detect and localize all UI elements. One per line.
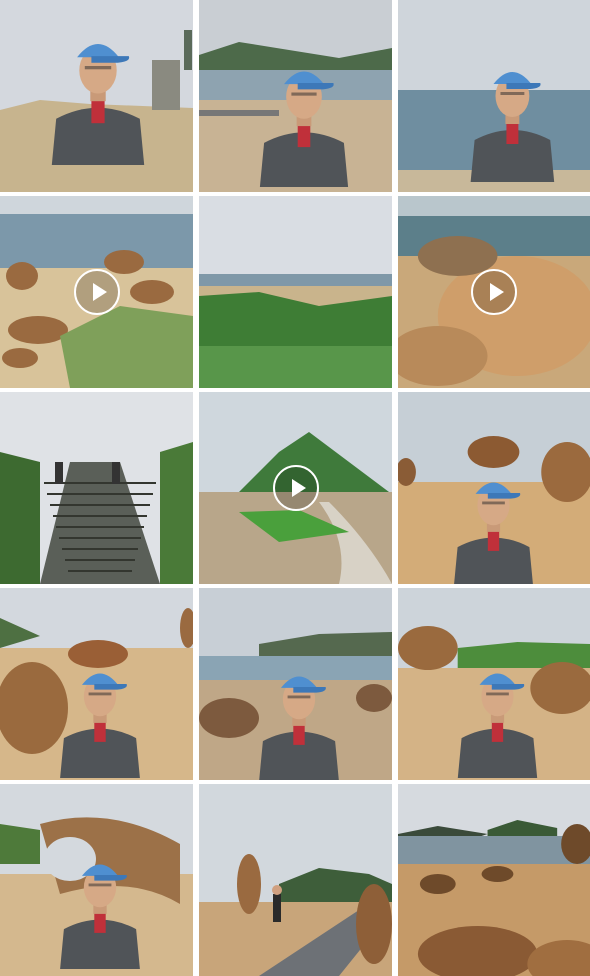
thumbnail-image bbox=[398, 392, 590, 584]
thumbnail-image bbox=[199, 196, 392, 388]
video-thumbnail[interactable] bbox=[199, 392, 392, 584]
photo-thumbnail[interactable] bbox=[398, 392, 590, 584]
thumbnail-image bbox=[199, 588, 392, 780]
play-circle-icon[interactable] bbox=[471, 269, 517, 315]
play-circle-icon[interactable] bbox=[73, 269, 120, 315]
video-thumbnail[interactable] bbox=[0, 196, 193, 388]
photo-thumbnail[interactable] bbox=[199, 0, 392, 192]
thumbnail-image bbox=[398, 588, 590, 780]
thumbnail-image bbox=[0, 784, 193, 976]
photo-thumbnail[interactable] bbox=[199, 196, 392, 388]
thumbnail-image bbox=[0, 0, 193, 192]
photo-grid bbox=[0, 0, 590, 976]
photo-thumbnail[interactable] bbox=[398, 784, 590, 976]
photo-thumbnail[interactable] bbox=[0, 0, 193, 192]
thumbnail-image bbox=[0, 392, 193, 584]
photo-thumbnail[interactable] bbox=[0, 784, 193, 976]
photo-thumbnail[interactable] bbox=[199, 784, 392, 976]
thumbnail-image bbox=[199, 784, 392, 976]
photo-thumbnail[interactable] bbox=[0, 588, 193, 780]
video-thumbnail[interactable] bbox=[398, 196, 590, 388]
thumbnail-image bbox=[398, 0, 590, 192]
photo-thumbnail[interactable] bbox=[398, 588, 590, 780]
play-circle-icon[interactable] bbox=[272, 465, 319, 511]
thumbnail-image bbox=[0, 588, 193, 780]
thumbnail-image bbox=[199, 0, 392, 192]
thumbnail-image bbox=[398, 784, 590, 976]
photo-thumbnail[interactable] bbox=[199, 588, 392, 780]
photo-thumbnail[interactable] bbox=[0, 392, 193, 584]
photo-thumbnail[interactable] bbox=[398, 0, 590, 192]
